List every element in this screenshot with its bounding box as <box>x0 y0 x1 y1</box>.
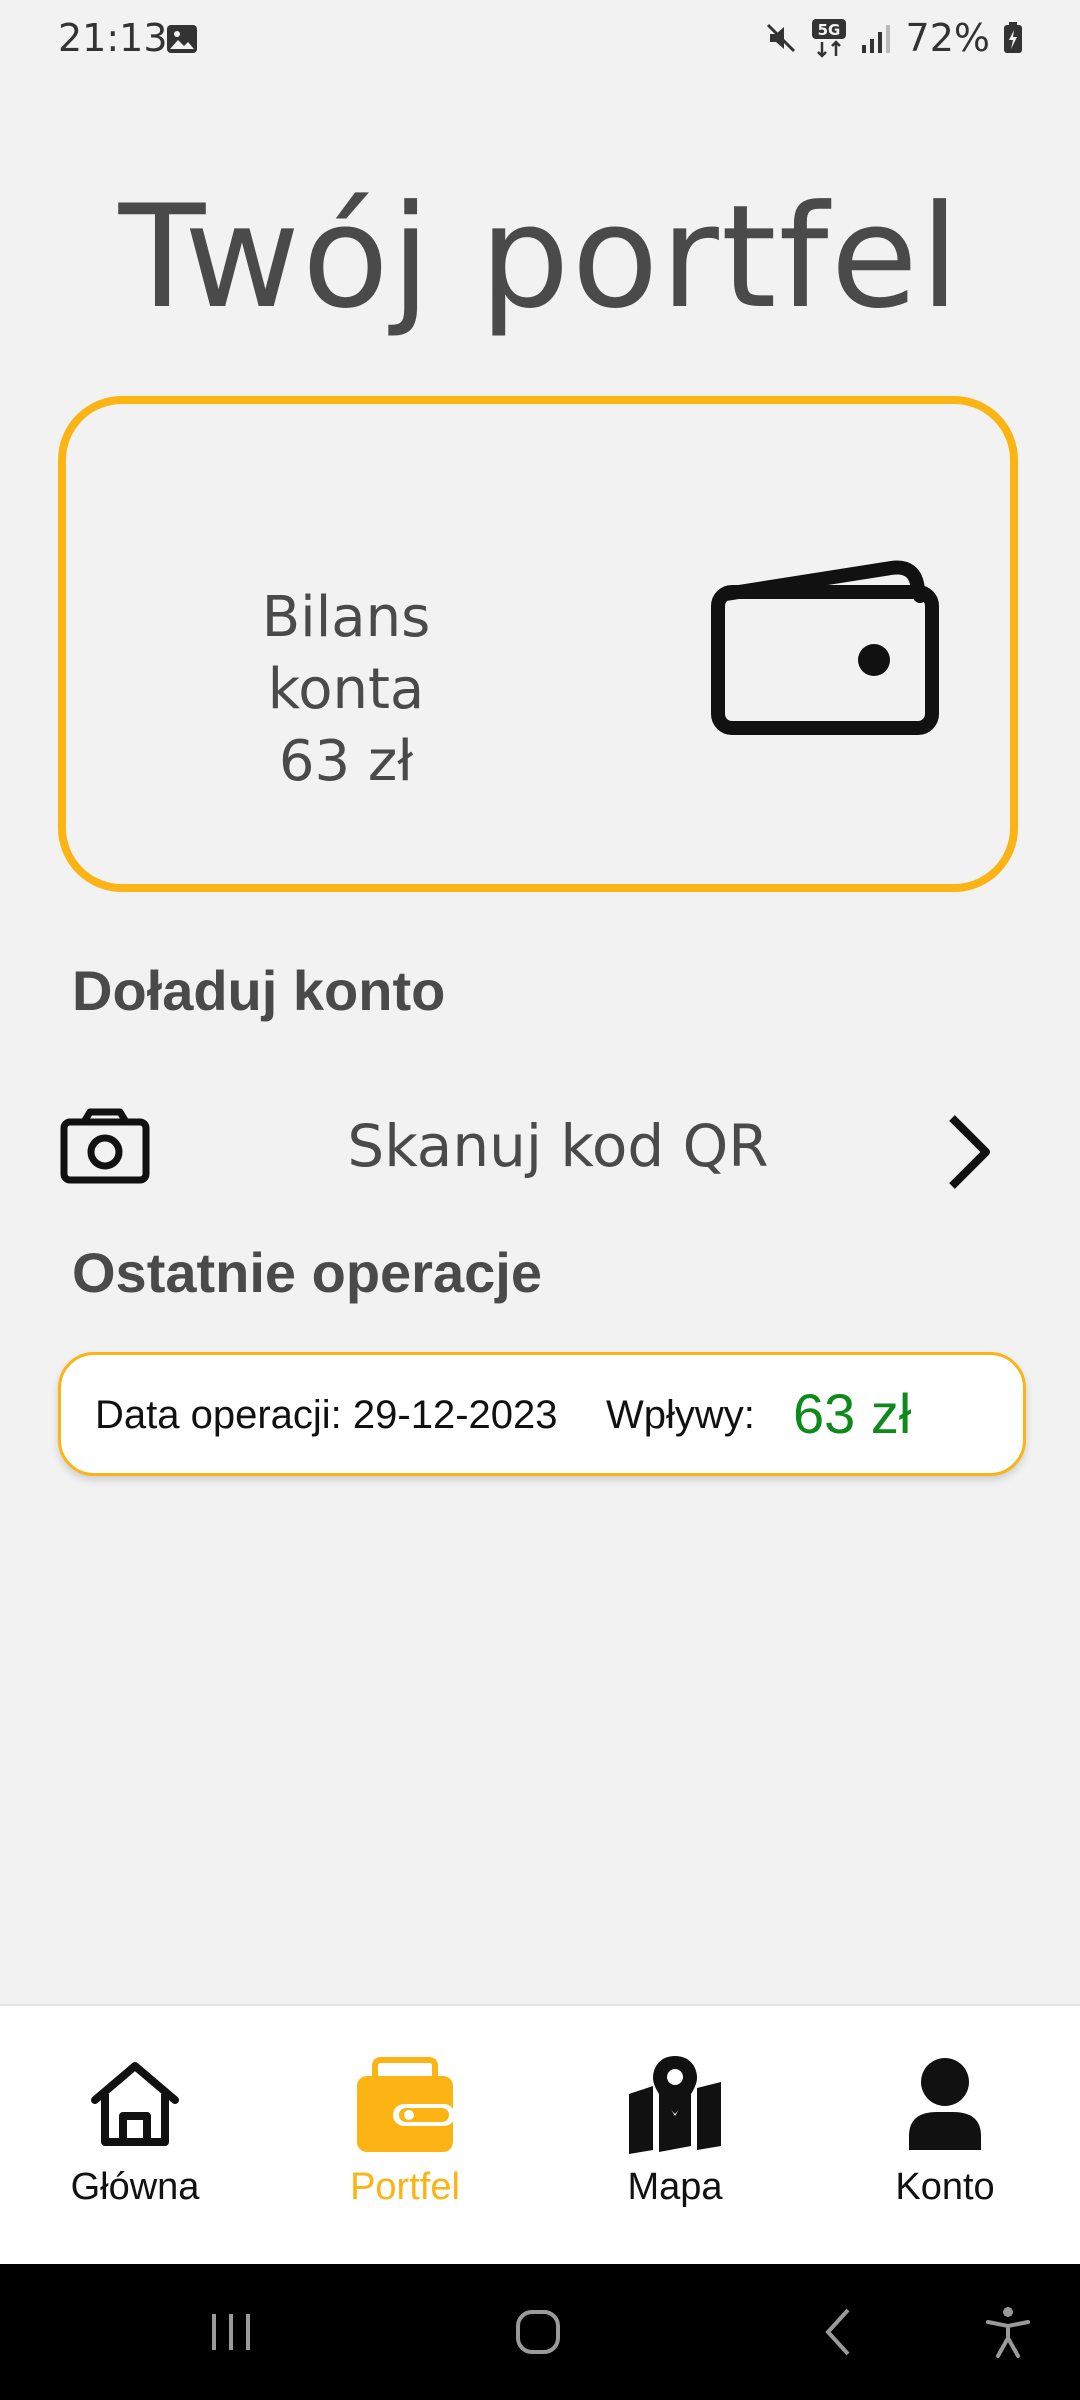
status-icons: 5G 72% <box>764 16 1024 60</box>
map-icon <box>629 2056 721 2154</box>
mute-icon <box>766 23 795 53</box>
balance-label: Bilans konta <box>261 585 431 722</box>
balance-card: Bilans konta 63 zł <box>58 396 1018 892</box>
balance-amount: 63 zł <box>278 729 414 794</box>
signal-icon <box>861 25 890 53</box>
nav-label-map: Mapa <box>627 2166 723 2208</box>
operation-type-label: Wpływy: <box>606 1393 755 1437</box>
operations-section-title: Ostatnie operacje <box>72 1241 542 1304</box>
scan-qr-label: Skanuj kod QR <box>347 1112 769 1180</box>
nav-item-home[interactable]: Główna <box>0 2006 270 2266</box>
nav-label-account: Konto <box>895 2166 995 2208</box>
bottom-nav: Główna Portfel Mapa Konto <box>0 2004 1080 2266</box>
nav-item-map[interactable]: Mapa <box>540 2006 810 2266</box>
back-icon[interactable] <box>814 2302 864 2362</box>
status-time: 21:13 <box>58 16 168 60</box>
svg-text:5G: 5G <box>817 21 840 39</box>
chevron-right-icon <box>949 1115 990 1189</box>
topup-section-title: Doładuj konto <box>72 959 446 1022</box>
battery-icon <box>1004 22 1022 53</box>
nav-item-wallet[interactable]: Portfel <box>270 2006 540 2266</box>
operation-item[interactable]: Data operacji: 29-12-2023 Wpływy: 63 zł <box>58 1352 1026 1476</box>
status-bar: 21:13 5G 72% <box>0 0 1080 80</box>
page-title: Twój portfel <box>118 175 962 340</box>
home-button-icon[interactable] <box>508 2302 568 2362</box>
image-notification-icon <box>167 25 197 53</box>
nav-item-account[interactable]: Konto <box>810 2006 1080 2266</box>
wallet-icon <box>711 560 939 735</box>
home-icon <box>91 2062 179 2146</box>
person-icon <box>909 2058 981 2150</box>
recent-apps-icon[interactable] <box>206 2302 256 2362</box>
accessibility-icon[interactable] <box>982 2302 1034 2362</box>
battery-percentage: 72% <box>905 16 990 60</box>
wallet-icon <box>357 2057 455 2152</box>
scan-qr-button[interactable]: Skanuj kod QR <box>58 1100 1018 1196</box>
nav-label-home: Główna <box>70 2166 200 2208</box>
balance-info: Bilans konta 63 zł <box>176 582 516 798</box>
operation-amount: 63 zł <box>793 1382 912 1445</box>
5g-icon: 5G <box>811 19 846 58</box>
nav-label-wallet: Portfel <box>350 2166 460 2208</box>
system-nav-bar <box>0 2264 1080 2400</box>
operation-date: Data operacji: 29-12-2023 <box>95 1393 558 1437</box>
